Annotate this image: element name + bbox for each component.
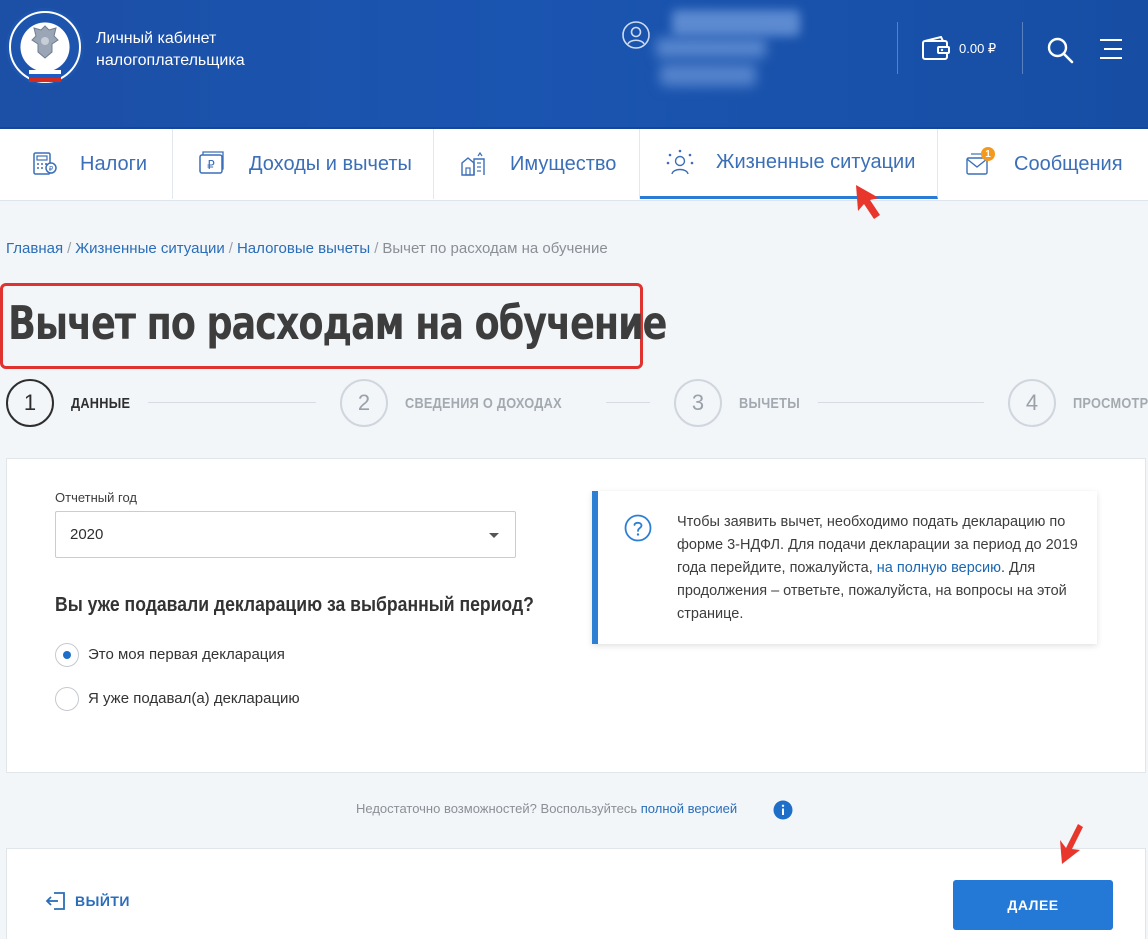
chevron-down-icon	[489, 533, 499, 538]
radio-already-filed[interactable]	[55, 687, 79, 711]
year-select-value: 2020	[70, 526, 104, 543]
tab-label: Имущество	[510, 152, 617, 175]
year-field-label: Отчетный год	[55, 490, 137, 505]
hamburger-menu-icon[interactable]	[1098, 37, 1124, 61]
logout-icon	[45, 892, 65, 910]
tab-label: Налоги	[80, 152, 148, 175]
exit-button-label: ВЫЙТИ	[75, 893, 130, 909]
step-connector	[606, 402, 650, 403]
step-4-circle[interactable]: 4	[1008, 379, 1056, 427]
step-2-label[interactable]: СВЕДЕНИЯ О ДОХОДАХ	[405, 395, 562, 412]
radio-first-declaration[interactable]	[55, 643, 79, 667]
svg-text:₽: ₽	[207, 158, 215, 172]
step-connector	[818, 402, 984, 403]
step-3-label[interactable]: ВЫЧЕТЫ	[739, 395, 800, 412]
life-situations-icon	[666, 149, 694, 174]
step-1-label[interactable]: ДАННЫЕ	[71, 395, 130, 412]
full-version-hint: Недостаточно возможностей? Воспользуйтес…	[356, 801, 737, 816]
exit-button[interactable]: ВЫЙТИ	[45, 891, 130, 911]
breadcrumb: Главная / Жизненные ситуации / Налоговые выч…	[6, 240, 608, 257]
tax-calculator-icon: ₽	[33, 152, 57, 175]
info-text: Чтобы заявить вычет, необходимо подать д…	[677, 511, 1087, 626]
radio-already-filed-label[interactable]: Я уже подавал(а) декларацию	[88, 690, 300, 707]
info-panel: Чтобы заявить вычет, необходимо подать д…	[592, 491, 1097, 644]
user-avatar-icon[interactable]	[621, 20, 651, 50]
breadcrumb-current: Вычет по расходам на обучение	[382, 240, 608, 257]
step-1-circle[interactable]: 1	[6, 379, 54, 427]
info-icon[interactable]	[773, 800, 793, 820]
tab-label: Доходы и вычеты	[249, 152, 412, 175]
ruble-wallet-icon: ₽	[199, 151, 224, 174]
brand-title[interactable]: Личный кабинет налогоплательщика	[96, 28, 245, 72]
property-icon	[461, 151, 485, 176]
tab-taxes[interactable]: ₽ Налоги	[6, 129, 173, 199]
breadcrumb-home[interactable]: Главная	[6, 240, 63, 257]
page-title: Вычет по расходам на обучение	[8, 296, 667, 350]
radio-first-declaration-label[interactable]: Это моя первая декларация	[88, 646, 285, 663]
annotation-arrow-icon	[856, 185, 880, 219]
search-icon[interactable]	[1045, 35, 1075, 65]
wallet-icon[interactable]	[921, 36, 951, 62]
full-version-link[interactable]: на полную версию	[877, 560, 1001, 576]
user-name-blurred[interactable]	[654, 8, 802, 90]
divider	[897, 22, 898, 74]
tab-label: Жизненные ситуации	[716, 151, 916, 173]
declaration-question: Вы уже подавали декларацию за выбранный …	[55, 594, 534, 616]
brand-line-2: налогоплательщика	[96, 52, 245, 69]
question-circle-icon	[624, 514, 652, 542]
step-3-circle[interactable]: 3	[674, 379, 722, 427]
radio-selected-dot	[63, 651, 71, 659]
brand-line-1: Личный кабинет	[96, 30, 217, 47]
eagle-emblem-icon	[31, 25, 59, 59]
fns-logo-icon[interactable]	[6, 8, 84, 86]
top-header: Личный кабинет налогоплательщика 0.00 ₽	[0, 0, 1148, 129]
tab-property[interactable]: Имущество	[434, 129, 640, 199]
tab-messages[interactable]: Сообщения	[938, 129, 1148, 199]
year-select[interactable]: 2020	[55, 511, 516, 558]
step-4-label[interactable]: ПРОСМОТР	[1073, 395, 1148, 412]
tab-life-situations[interactable]: Жизненные ситуации	[640, 129, 938, 199]
hint-text: Недостаточно возможностей? Воспользуйтес…	[356, 801, 641, 816]
balance-value[interactable]: 0.00 ₽	[959, 41, 996, 57]
step-connector	[148, 402, 316, 403]
hint-full-version-link[interactable]: полной версией	[641, 801, 737, 816]
svg-text:₽: ₽	[49, 165, 54, 173]
breadcrumb-life-situations[interactable]: Жизненные ситуации	[75, 240, 225, 257]
divider	[1022, 22, 1023, 74]
flag-icon	[29, 70, 61, 82]
main-nav: ₽ Налоги ₽ Доходы и вычеты Имущество Жиз…	[0, 129, 1148, 201]
tab-label: Сообщения	[1014, 152, 1123, 175]
step-2-circle[interactable]: 2	[340, 379, 388, 427]
breadcrumb-tax-deductions[interactable]: Налоговые вычеты	[237, 240, 370, 257]
annotation-arrow-icon	[1060, 824, 1083, 864]
next-button[interactable]: ДАЛЕЕ	[953, 880, 1113, 930]
tab-income-deductions[interactable]: ₽ Доходы и вычеты	[173, 129, 434, 199]
messages-count-badge: 1	[981, 147, 995, 161]
